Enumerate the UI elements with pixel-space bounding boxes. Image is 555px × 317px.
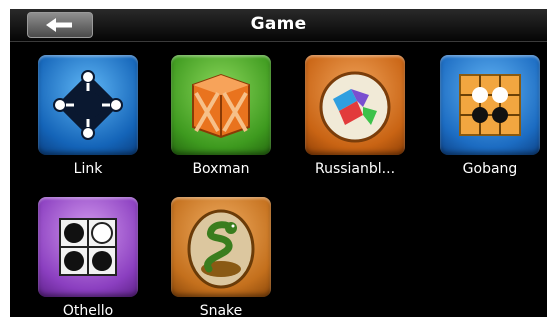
game-tile-gobang[interactable]: Gobang <box>440 55 540 177</box>
othello-icon <box>38 197 138 297</box>
link-icon <box>38 55 138 155</box>
title-bar: Game <box>10 9 547 42</box>
game-tile-boxman[interactable]: Boxman <box>171 55 271 177</box>
game-label: Link <box>73 161 103 177</box>
game-label: Gobang <box>462 161 518 177</box>
boxman-icon <box>171 55 271 155</box>
game-label: Snake <box>199 303 243 317</box>
game-tile-russianblock[interactable]: Russianbl... <box>305 55 405 177</box>
game-menu-screen: Game Link Boxman Russianbl... Gobang Oth… <box>10 9 547 317</box>
game-label: Othello <box>62 303 114 317</box>
game-tile-othello[interactable]: Othello <box>38 197 138 317</box>
gobang-icon <box>440 55 540 155</box>
game-label: Boxman <box>192 161 250 177</box>
game-tile-link[interactable]: Link <box>38 55 138 177</box>
snake-icon <box>171 197 271 297</box>
russianblock-icon <box>305 55 405 155</box>
game-label: Russianbl... <box>314 161 396 177</box>
page-title: Game <box>250 14 307 34</box>
game-tile-snake[interactable]: Snake <box>171 197 271 317</box>
